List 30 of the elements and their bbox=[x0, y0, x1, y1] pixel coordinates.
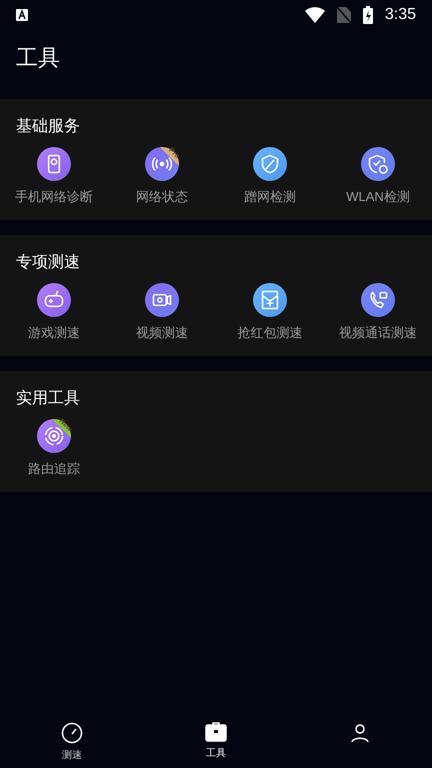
section-title: 实用工具 bbox=[15, 388, 81, 409]
tool-item[interactable]: 蹭网检测 bbox=[216, 147, 324, 206]
no-sim-icon bbox=[336, 7, 351, 23]
target-icon bbox=[37, 419, 71, 453]
envelope-icon bbox=[253, 283, 287, 317]
tool-item[interactable]: 手机网络诊断 bbox=[0, 147, 108, 206]
tool-item[interactable]: 抢红包测速 bbox=[216, 283, 324, 342]
gamepad-icon bbox=[37, 283, 71, 317]
shield-icon bbox=[253, 147, 287, 181]
nav-tab[interactable]: 工具 bbox=[144, 722, 288, 768]
notification-icon bbox=[16, 9, 28, 21]
toolbox-icon bbox=[205, 722, 227, 742]
wifi-icon bbox=[304, 7, 325, 23]
page-title: 工具 bbox=[16, 44, 60, 72]
tool-item[interactable]: 视频通话测速 bbox=[324, 283, 432, 342]
nav-tab[interactable]: 测速 bbox=[0, 722, 144, 768]
person-icon bbox=[349, 722, 371, 744]
section-title: 专项测速 bbox=[15, 252, 81, 273]
phone-call-icon bbox=[361, 283, 395, 317]
tool-item[interactable]: WLAN检测 bbox=[324, 147, 432, 206]
gauge-icon bbox=[61, 722, 83, 744]
tool-item[interactable]: 视频测速 bbox=[108, 283, 216, 342]
battery-charging-icon bbox=[362, 6, 373, 24]
signal-icon bbox=[145, 147, 179, 181]
tool-item[interactable]: 游戏测速 bbox=[0, 283, 108, 342]
shield-check-icon bbox=[361, 147, 395, 181]
camera-icon bbox=[145, 283, 179, 317]
phone-icon bbox=[37, 147, 71, 181]
clock: 3:35 bbox=[384, 5, 416, 25]
section-title: 基础服务 bbox=[15, 116, 81, 137]
